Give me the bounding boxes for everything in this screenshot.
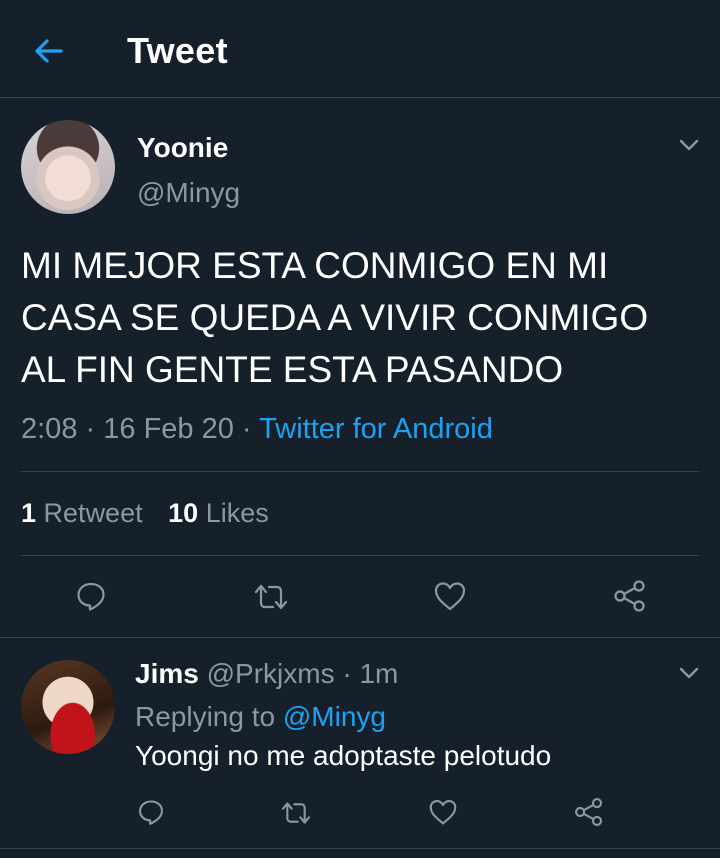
like-count: 10 — [168, 498, 199, 528]
tweet-date: 16 Feb 20 — [103, 413, 234, 445]
avatar[interactable] — [21, 660, 115, 754]
like-label: Likes — [205, 498, 269, 528]
tweet-text-line: CASA SE QUEDA A VIVIR CONMIGO — [21, 297, 649, 338]
divider — [0, 637, 720, 638]
heart-icon[interactable] — [433, 580, 467, 612]
avatar[interactable] — [21, 120, 115, 214]
likes-stat[interactable]: 10 Likes — [168, 498, 269, 528]
tweet-stats: 1 Retweet 10 Likes — [21, 498, 269, 529]
tweet-source-link[interactable]: Twitter for Android — [259, 413, 493, 445]
share-icon[interactable] — [573, 796, 605, 828]
tweet-text-line: AL FIN GENTE ESTA PASANDO — [21, 349, 564, 390]
tweet-time: 2:08 — [21, 413, 78, 445]
chevron-down-icon[interactable] — [678, 662, 700, 684]
heart-icon[interactable] — [428, 798, 458, 826]
separator-dot: · — [342, 658, 352, 689]
replying-prefix: Replying to — [135, 701, 276, 732]
comment-icon[interactable] — [137, 798, 165, 826]
reply-text: Yoongi no me adoptaste pelotudo — [135, 740, 552, 771]
author-name[interactable]: Yoonie — [137, 132, 228, 164]
top-bar: Tweet — [0, 0, 720, 98]
reply-author-name[interactable]: Jims — [135, 658, 199, 689]
tweet-text-line: MI MEJOR ESTA CONMIGO EN MI — [21, 245, 609, 286]
mention-link[interactable]: @Minyg — [283, 701, 386, 732]
share-icon[interactable] — [612, 578, 648, 614]
retweet-icon[interactable] — [253, 582, 289, 612]
retweets-stat[interactable]: 1 Retweet — [21, 498, 143, 528]
divider — [21, 555, 699, 556]
comment-icon[interactable] — [75, 580, 107, 612]
separator-dot: · — [241, 413, 252, 445]
separator-dot: · — [85, 413, 96, 445]
retweet-label: Retweet — [43, 498, 143, 528]
author-handle[interactable]: @Minyg — [137, 177, 240, 209]
retweet-icon[interactable] — [280, 800, 312, 826]
reply-time: 1m — [359, 658, 399, 689]
tweet-meta: 2:08 · 16 Feb 20 · Twitter for Android — [21, 413, 493, 446]
reply-header: Jims @Prkjxms · 1m — [135, 658, 398, 690]
reply-author-handle[interactable]: @Prkjxms — [207, 658, 335, 689]
replying-to: Replying to @Minyg — [135, 701, 386, 733]
chevron-down-icon[interactable] — [678, 134, 700, 156]
tweet-text: MI MEJOR ESTA CONMIGO EN MI CASA SE QUED… — [21, 240, 701, 396]
arrow-left-icon[interactable] — [30, 32, 68, 70]
divider — [0, 848, 720, 849]
page-title: Tweet — [127, 30, 228, 71]
retweet-count: 1 — [21, 498, 37, 528]
divider — [21, 471, 699, 472]
